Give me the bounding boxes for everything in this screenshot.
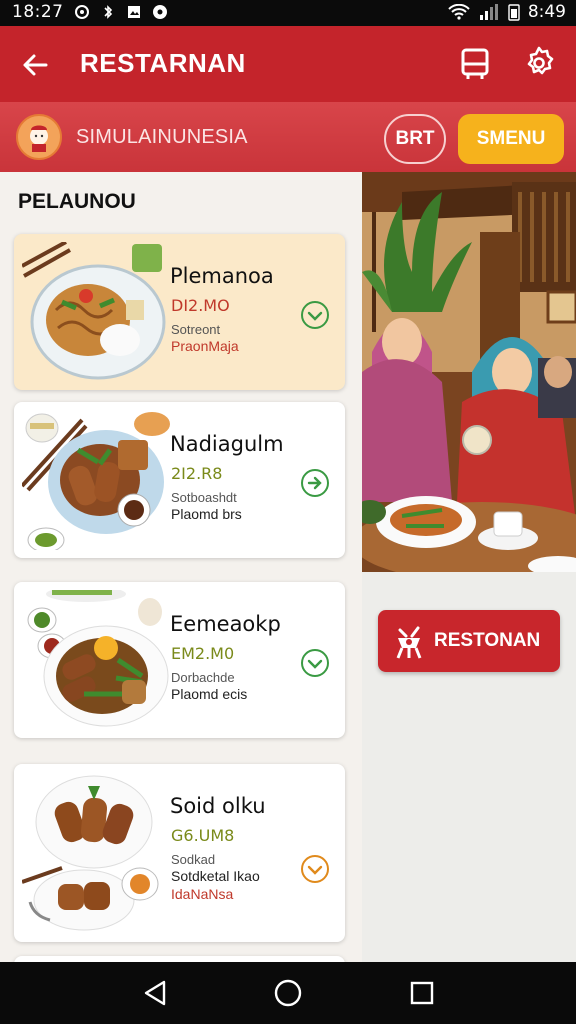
menu-list-pane: PELAUNOU Plemanoa DI2.MO Sotreont PraonM…: [0, 172, 362, 962]
chevron-down-icon[interactable]: [300, 648, 330, 678]
chevron-down-icon[interactable]: [300, 854, 330, 884]
dish-grilled-meat-image: [22, 412, 170, 550]
dish-subtitle: Sodkad: [171, 852, 216, 867]
status-time-left: 18:27: [12, 2, 64, 22]
brand-logo: [16, 114, 62, 160]
chevron-down-icon[interactable]: [300, 300, 330, 330]
brand-bar: SIMULAINUNESIA BRT SMENU: [0, 102, 576, 172]
system-nav-bar: [0, 962, 576, 1024]
dish-noodles-image: [22, 242, 166, 380]
dish-price: DI2.MO: [171, 296, 230, 315]
menu-button[interactable]: SMENU: [458, 114, 564, 164]
dish-name: Soid olku: [170, 794, 266, 818]
status-bar: 18:27 8:49: [0, 0, 576, 26]
status-time-right: 8:49: [527, 2, 566, 22]
restaurant-cta-button[interactable]: RESTONAN: [378, 610, 560, 672]
dish-price: G6.UM8: [171, 826, 235, 845]
dish-subtitle: Sotreont: [171, 322, 221, 337]
image-icon: [128, 6, 140, 18]
status-icons-right: 8:49: [448, 2, 566, 22]
settings-gear-icon[interactable]: [520, 44, 558, 82]
sync-icon: [75, 5, 89, 19]
dish-satay-image: [27, 590, 169, 727]
dish-name: Nadiagulm: [170, 432, 284, 456]
menu-card[interactable]: Nadiagulm 2I2.R8 Sotboashdt Plaomd brs: [14, 402, 345, 558]
brand-name: SIMULAINUNESIA: [76, 126, 248, 148]
dish-tag: PraonMaja: [171, 338, 239, 354]
cta-label: RESTONAN: [434, 630, 541, 651]
brt-button[interactable]: BRT: [384, 114, 446, 164]
chef-icon: [396, 626, 422, 659]
dish-tag: Plaomd brs: [171, 506, 242, 522]
restaurant-photo: [362, 172, 576, 572]
bus-icon[interactable]: [458, 46, 492, 82]
dish-fried-chicken-image: [22, 775, 159, 931]
app-bar: RESTARNAN: [0, 26, 576, 102]
page-title: RESTARNAN: [80, 48, 246, 78]
nav-back-icon[interactable]: [140, 978, 170, 1008]
dish-name: Plemanoa: [170, 264, 274, 288]
wifi-icon: [448, 4, 470, 20]
dish-tag-secondary: IdaNaNsa: [171, 886, 234, 902]
menu-card[interactable]: Soid olku G6.UM8 Sodkad Sotdketal Ikao I…: [14, 764, 345, 942]
back-arrow-icon[interactable]: [18, 48, 52, 82]
nav-recents-icon[interactable]: [407, 978, 437, 1008]
dish-tag: Sotdketal Ikao: [171, 868, 260, 884]
battery-icon: [508, 4, 520, 21]
signal-icon: [479, 4, 498, 20]
media-icon: [153, 5, 167, 19]
status-icons-left: [74, 4, 168, 20]
bluetooth-icon: [104, 5, 113, 19]
menu-card[interactable]: Eemeaokp EM2.M0 Dorbachde Plaomd ecis: [14, 582, 345, 738]
section-title: PELAUNOU: [18, 190, 136, 213]
dish-price: EM2.M0: [171, 644, 235, 663]
arrow-right-icon[interactable]: [300, 468, 330, 498]
chef-logo-icon: [30, 125, 48, 152]
dish-tag: Plaomd ecis: [171, 686, 248, 702]
side-pane: RESTONAN: [362, 172, 576, 962]
nav-home-icon[interactable]: [273, 978, 303, 1008]
dish-name: Eemeaokp: [170, 612, 281, 636]
dish-subtitle: Sotboashdt: [171, 490, 237, 505]
menu-card[interactable]: Plemanoa DI2.MO Sotreont PraonMaja: [14, 234, 345, 390]
dish-price: 2I2.R8: [171, 464, 223, 483]
dish-subtitle: Dorbachde: [171, 670, 235, 685]
